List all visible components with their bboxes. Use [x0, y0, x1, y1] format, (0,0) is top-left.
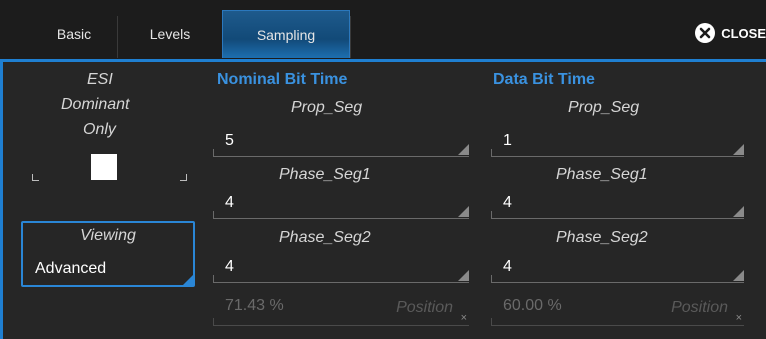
close-icon [695, 23, 716, 43]
tab-levels-label: Levels [149, 26, 191, 42]
esi-label-line1: ESI [87, 71, 113, 88]
field-underline [491, 282, 744, 283]
data-phase-seg2-field[interactable]: 4 [491, 255, 744, 283]
nominal-position-label: Position [396, 299, 453, 316]
nominal-phase-seg2-value: 4 [225, 258, 234, 275]
field-tick [491, 149, 492, 157]
field-corner-icon [458, 144, 469, 155]
nominal-phase-seg1-field[interactable]: 4 [213, 191, 469, 219]
field-underline [213, 218, 469, 219]
field-underline [213, 156, 469, 157]
data-position-field: 60.00 % Position × [491, 294, 744, 326]
viewing-selector[interactable]: Viewing Advanced [21, 221, 195, 287]
bracket-corner [180, 174, 187, 181]
field-underline [491, 325, 744, 326]
nominal-phase-seg2-label: Phase_Seg2 [279, 229, 371, 246]
field-underline [213, 282, 469, 283]
field-underline [213, 325, 469, 326]
nominal-phase-seg1-value: 4 [225, 194, 234, 211]
field-corner-icon [458, 206, 469, 217]
dropdown-corner-icon [183, 275, 193, 285]
data-phase-seg1-value: 4 [503, 194, 512, 211]
nominal-position-value: 71.43 % [225, 297, 284, 314]
nominal-position-field: 71.43 % Position × [213, 294, 469, 326]
nominal-prop-seg-label: Prop_Seg [291, 99, 363, 116]
nominal-prop-seg-value: 5 [225, 132, 234, 149]
data-position-label: Position [671, 299, 728, 316]
data-phase-seg2-label: Phase_Seg2 [556, 229, 648, 246]
nominal-phase-seg1-label: Phase_Seg1 [279, 166, 371, 183]
esi-label-line2: Dominant [61, 96, 130, 113]
field-tick [213, 275, 214, 283]
close-icon: × [735, 312, 742, 324]
close-label: CLOSE [721, 25, 766, 41]
tab-bar: Basic Levels Sampling CLOSE [0, 0, 766, 62]
tab-basic[interactable]: Basic [31, 10, 117, 58]
field-underline [491, 156, 744, 157]
esi-dominant-only-checkbox[interactable] [91, 154, 117, 180]
data-bit-time-header: Data Bit Time [493, 71, 595, 88]
data-prop-seg-field[interactable]: 1 [491, 129, 744, 157]
field-underline [491, 218, 744, 219]
data-phase-seg2-value: 4 [503, 258, 512, 275]
data-phase-seg1-field[interactable]: 4 [491, 191, 744, 219]
nominal-prop-seg-field[interactable]: 5 [213, 129, 469, 157]
field-tick [213, 318, 214, 326]
field-tick [213, 211, 214, 219]
tab-divider [350, 16, 351, 58]
sampling-panel: ESI Dominant Only Viewing Advanced Nomin… [0, 59, 766, 339]
data-prop-seg-label: Prop_Seg [568, 99, 640, 116]
data-prop-seg-value: 1 [503, 132, 512, 149]
tab-levels[interactable]: Levels [118, 10, 222, 58]
esi-label-line3: Only [83, 121, 116, 138]
viewing-label: Viewing [80, 227, 136, 244]
viewing-value: Advanced [35, 260, 107, 277]
nominal-bit-time-header: Nominal Bit Time [217, 71, 348, 88]
field-tick [213, 149, 214, 157]
close-icon: × [460, 312, 467, 324]
field-corner-icon [458, 270, 469, 281]
data-phase-seg1-label: Phase_Seg1 [556, 166, 648, 183]
close-button[interactable]: CLOSE [695, 22, 766, 44]
field-corner-icon [733, 270, 744, 281]
tab-sampling-label: Sampling [256, 26, 316, 43]
field-tick [491, 211, 492, 219]
bracket-corner [32, 174, 39, 181]
field-tick [491, 318, 492, 326]
data-position-value: 60.00 % [503, 297, 562, 314]
field-corner-icon [733, 206, 744, 217]
field-tick [491, 275, 492, 283]
nominal-phase-seg2-field[interactable]: 4 [213, 255, 469, 283]
tab-sampling[interactable]: Sampling [222, 10, 350, 58]
tab-basic-label: Basic [56, 26, 92, 42]
field-corner-icon [733, 144, 744, 155]
